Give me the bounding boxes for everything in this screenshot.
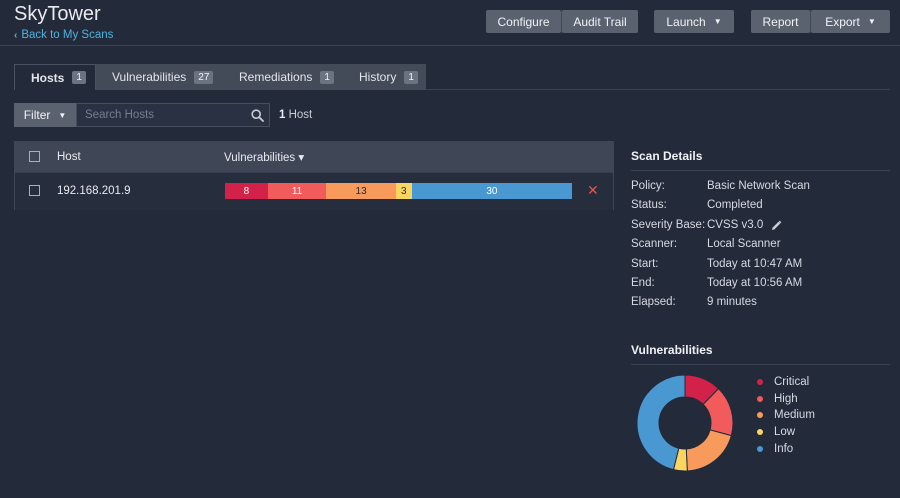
legend-label: High xyxy=(774,393,798,405)
section-divider xyxy=(631,170,890,171)
vulnerabilities-donut-chart[interactable] xyxy=(636,374,734,472)
report-button[interactable]: Report xyxy=(751,10,810,33)
legend-label: Medium xyxy=(774,409,815,421)
column-host[interactable]: Host xyxy=(57,151,81,163)
caret-down-icon: ▼ xyxy=(713,17,722,26)
detail-value: 9 minutes xyxy=(707,296,757,308)
legend-label: Info xyxy=(774,443,794,455)
vulnerability-segment-critical[interactable]: 8 xyxy=(225,183,268,199)
select-all-checkbox[interactable] xyxy=(29,151,40,162)
tab-count-badge: 1 xyxy=(320,70,334,84)
filter-label: Filter xyxy=(23,108,51,122)
table-header: Host Vulnerabilities ▾ xyxy=(15,142,613,172)
table-row[interactable]: 192.168.201.9 8 11 13 3 30 ✕ xyxy=(15,172,613,210)
detail-status: Status: Completed xyxy=(631,199,763,211)
tab-hosts[interactable]: Hosts 1 xyxy=(14,64,96,90)
tab-count-badge: 1 xyxy=(404,70,418,84)
search-input[interactable] xyxy=(77,104,245,126)
detail-start: Start: Today at 10:47 AM xyxy=(631,258,802,270)
detail-key: Severity Base: xyxy=(631,219,706,231)
legend-dot xyxy=(757,379,763,385)
filter-button[interactable]: Filter ▼ xyxy=(14,103,76,127)
legend-dot xyxy=(757,429,763,435)
close-icon[interactable]: ✕ xyxy=(587,182,599,199)
detail-value: Completed xyxy=(707,199,763,211)
detail-value: Today at 10:47 AM xyxy=(707,258,803,270)
vulnerabilities-chart-title: Vulnerabilities xyxy=(631,343,713,357)
host-ip[interactable]: 192.168.201.9 xyxy=(57,185,131,197)
configure-label: Configure xyxy=(497,14,550,29)
detail-key: Status: xyxy=(631,199,667,211)
column-vulnerabilities[interactable]: Vulnerabilities ▾ xyxy=(224,150,304,164)
legend-dot xyxy=(757,446,763,452)
caret-down-icon: ▼ xyxy=(867,17,876,26)
audit-trail-button[interactable]: Audit Trail xyxy=(562,10,638,33)
detail-key: Policy: xyxy=(631,180,665,192)
tab-history[interactable]: History 1 xyxy=(343,64,426,90)
section-divider xyxy=(631,364,890,365)
vulnerability-bar[interactable]: 8 11 13 3 30 xyxy=(225,183,572,199)
legend-item-high: High xyxy=(757,393,798,405)
legend-item-critical: Critical xyxy=(757,376,809,388)
vulnerability-segment-medium[interactable]: 13 xyxy=(326,183,396,199)
detail-severity-base: Severity Base: CVSS v3.0 xyxy=(631,219,782,231)
detail-value: Local Scanner xyxy=(707,238,781,250)
detail-value: Basic Network Scan xyxy=(707,180,810,192)
page-header: SkyTower ‹ Back to My Scans Configure Au… xyxy=(0,0,900,46)
tab-label: Remediations xyxy=(239,70,313,84)
search-box xyxy=(76,103,270,127)
host-count-label: Host xyxy=(288,109,313,121)
row-checkbox[interactable] xyxy=(29,185,40,196)
pencil-icon[interactable] xyxy=(771,219,782,231)
tab-bar: Hosts 1 Vulnerabilities 27 Remediations … xyxy=(14,64,426,90)
export-button[interactable]: Export ▼ xyxy=(811,10,890,33)
detail-key: Start: xyxy=(631,258,659,270)
tab-remediations[interactable]: Remediations 1 xyxy=(223,64,343,90)
detail-key: End: xyxy=(631,277,655,289)
back-to-scans-link[interactable]: ‹ Back to My Scans xyxy=(14,29,113,41)
detail-policy: Policy: Basic Network Scan xyxy=(631,180,810,192)
hosts-table: Host Vulnerabilities ▾ 192.168.201.9 8 11… xyxy=(14,141,614,210)
detail-elapsed: Elapsed: 9 minutes xyxy=(631,296,757,308)
tab-count-badge: 27 xyxy=(194,70,214,84)
legend-dot xyxy=(757,396,763,402)
legend-item-info: Info xyxy=(757,443,793,455)
search-icon[interactable] xyxy=(245,108,269,122)
tab-label: Hosts xyxy=(31,70,65,85)
detail-key: Elapsed: xyxy=(631,296,676,308)
vulnerability-segment-low[interactable]: 3 xyxy=(395,183,412,199)
configure-button[interactable]: Configure xyxy=(486,10,561,33)
detail-value: CVSS v3.0 xyxy=(707,219,764,231)
launch-button[interactable]: Launch ▼ xyxy=(654,10,734,33)
back-link-label: Back to My Scans xyxy=(21,29,114,41)
page-title: SkyTower xyxy=(14,3,101,25)
legend-item-medium: Medium xyxy=(757,409,815,421)
donut-slice-medium[interactable] xyxy=(685,429,732,472)
detail-scanner: Scanner: Local Scanner xyxy=(631,238,781,250)
audit-trail-label: Audit Trail xyxy=(573,14,627,29)
export-label: Export xyxy=(825,14,860,29)
chevron-left-icon: ‹ xyxy=(14,29,18,41)
legend-label: Critical xyxy=(774,376,810,388)
tab-label: Vulnerabilities xyxy=(112,70,187,84)
vulnerability-segment-high[interactable]: 11 xyxy=(267,183,327,199)
caret-down-icon: ▼ xyxy=(58,110,67,120)
detail-end: End: Today at 10:56 AM xyxy=(631,277,802,289)
tab-vulnerabilities[interactable]: Vulnerabilities 27 xyxy=(96,64,223,90)
host-count: 1 Host xyxy=(279,109,312,121)
report-label: Report xyxy=(762,14,799,29)
detail-value: Today at 10:56 AM xyxy=(707,277,803,289)
legend-label: Low xyxy=(774,426,796,438)
scan-details-title: Scan Details xyxy=(631,149,703,163)
legend-item-low: Low xyxy=(757,426,795,438)
host-count-number: 1 xyxy=(279,109,286,121)
tab-count-badge: 1 xyxy=(72,71,86,84)
launch-label: Launch xyxy=(666,14,706,29)
vulnerability-segment-info[interactable]: 30 xyxy=(411,183,572,199)
tab-label: History xyxy=(359,70,397,84)
legend-dot xyxy=(757,412,763,418)
detail-key: Scanner: xyxy=(631,238,678,250)
